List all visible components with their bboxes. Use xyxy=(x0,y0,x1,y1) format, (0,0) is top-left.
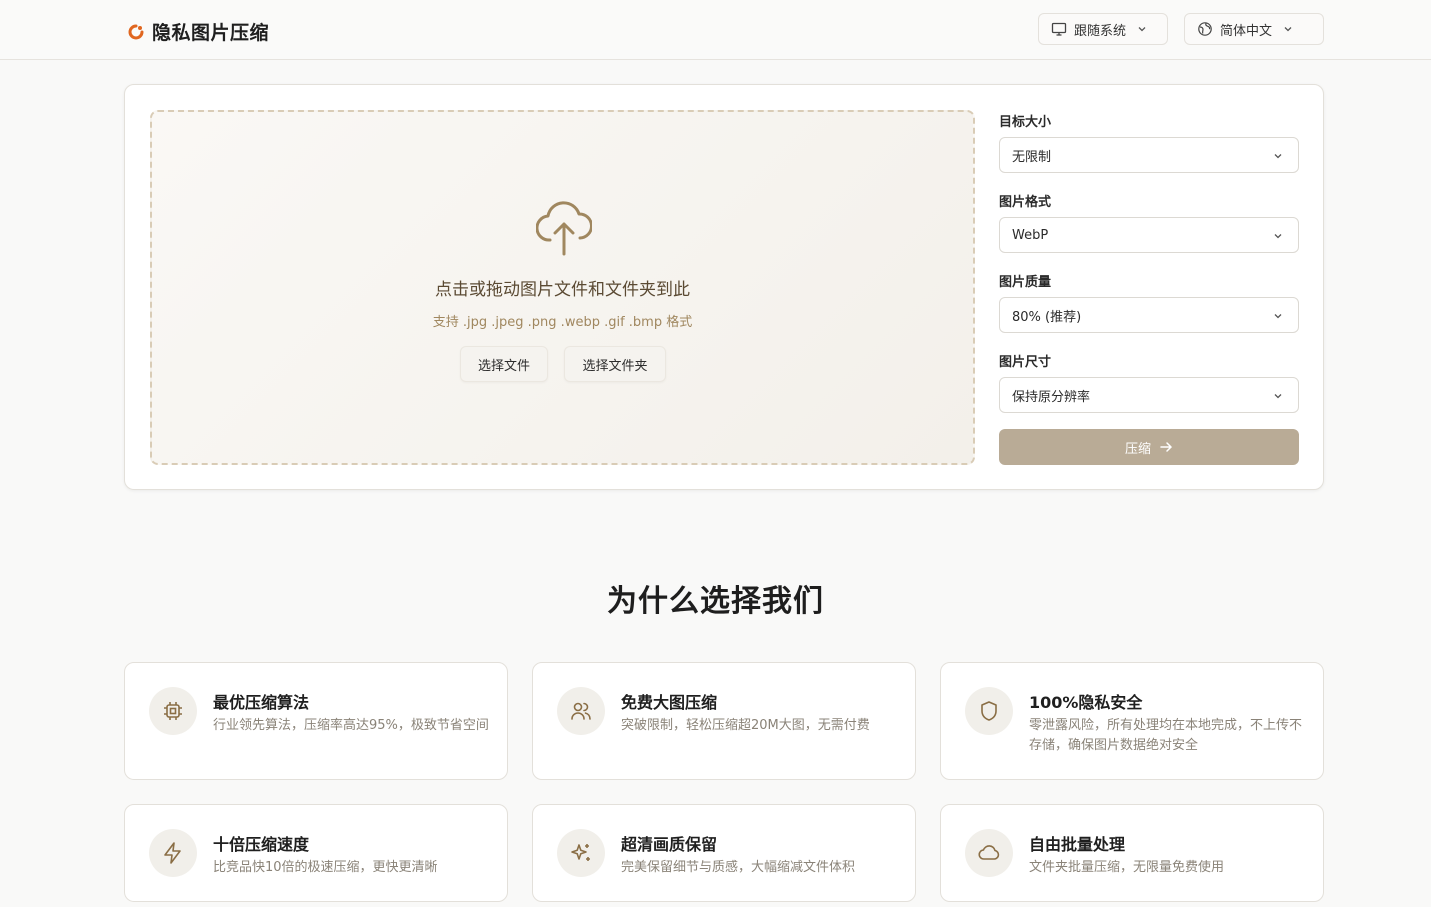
quality-select[interactable]: 80% (推荐) xyxy=(999,297,1299,333)
feature-title: 100%隐私安全 xyxy=(1029,693,1143,712)
app-logo[interactable]: 隐私图片压缩 xyxy=(126,18,269,45)
cloud-upload-icon xyxy=(535,196,593,256)
format-select[interactable]: WebP xyxy=(999,217,1299,253)
compress-panel: 点击或拖动图片文件和文件夹到此 支持 .jpg .jpeg .png .webp… xyxy=(124,84,1324,490)
format-value: WebP xyxy=(1012,227,1049,243)
quality-label: 图片质量 xyxy=(999,275,1052,290)
compress-button[interactable]: 压缩 xyxy=(999,429,1299,465)
target-size-label: 目标大小 xyxy=(999,115,1052,130)
feature-title: 十倍压缩速度 xyxy=(213,835,310,854)
chevron-down-icon xyxy=(1272,150,1284,162)
chevron-down-icon xyxy=(1136,23,1148,35)
arrow-right-icon xyxy=(1159,440,1173,454)
dropzone-formats: 支持 .jpg .jpeg .png .webp .gif .bmp 格式 xyxy=(432,315,693,330)
quality-value: 80% (推荐) xyxy=(1012,309,1082,325)
language-select[interactable]: 简体中文 xyxy=(1184,13,1324,45)
select-folder-button[interactable]: 选择文件夹 xyxy=(564,346,666,382)
feature-card: 超清画质保留 完美保留细节与质感，大幅缩减文件体积 xyxy=(532,804,916,902)
feature-card: 免费大图压缩 突破限制，轻松压缩超20M大图，无需付费 xyxy=(532,662,916,780)
cpu-icon xyxy=(149,687,197,735)
logo-icon xyxy=(126,22,146,42)
compress-button-label: 压缩 xyxy=(1124,441,1151,457)
top-header: 隐私图片压缩 跟随系统 简体中文 xyxy=(0,0,1431,60)
dimension-select[interactable]: 保持原分辨率 xyxy=(999,377,1299,413)
chevron-down-icon xyxy=(1272,390,1284,402)
app-title: 隐私图片压缩 xyxy=(152,22,270,44)
chevron-down-icon xyxy=(1282,23,1294,35)
format-label: 图片格式 xyxy=(999,195,1052,210)
feature-title: 免费大图压缩 xyxy=(621,693,718,712)
feature-title: 超清画质保留 xyxy=(621,835,718,854)
feature-description: 行业领先算法，压缩率高达95%，极致节省空间 xyxy=(213,718,489,733)
feature-description: 文件夹批量压缩，无限量免费使用 xyxy=(1029,860,1225,875)
globe-icon xyxy=(1197,21,1213,37)
feature-description: 零泄露风险，所有处理均在本地完成，不上传不存储，确保图片数据绝对安全 xyxy=(1029,718,1303,753)
dimension-label: 图片尺寸 xyxy=(999,355,1052,370)
feature-description: 完美保留细节与质感，大幅缩减文件体积 xyxy=(621,860,856,875)
language-select-value: 简体中文 xyxy=(1220,23,1273,39)
feature-description: 突破限制，轻松压缩超20M大图，无需付费 xyxy=(621,718,870,733)
feature-description: 比竞品快10倍的极速压缩，更快更清晰 xyxy=(213,860,438,875)
shield-icon xyxy=(965,687,1013,735)
theme-select[interactable]: 跟随系统 xyxy=(1038,13,1168,45)
feature-card: 自由批量处理 文件夹批量压缩，无限量免费使用 xyxy=(940,804,1324,902)
feature-title: 最优压缩算法 xyxy=(213,693,310,712)
feature-card: 十倍压缩速度 比竞品快10倍的极速压缩，更快更清晰 xyxy=(124,804,508,902)
cloud-icon xyxy=(965,829,1013,877)
chevron-down-icon xyxy=(1272,230,1284,242)
dimension-value: 保持原分辨率 xyxy=(1012,389,1091,405)
monitor-icon xyxy=(1051,21,1067,37)
chevron-down-icon xyxy=(1272,310,1284,322)
feature-card: 最优压缩算法 行业领先算法，压缩率高达95%，极致节省空间 xyxy=(124,662,508,780)
zap-icon xyxy=(149,829,197,877)
feature-card: 100%隐私安全 零泄露风险，所有处理均在本地完成，不上传不存储，确保图片数据绝… xyxy=(940,662,1324,780)
sparkles-icon xyxy=(557,829,605,877)
feature-title: 自由批量处理 xyxy=(1029,835,1126,854)
target-size-value: 无限制 xyxy=(1012,149,1052,165)
select-file-button[interactable]: 选择文件 xyxy=(460,346,548,382)
dropzone-title: 点击或拖动图片文件和文件夹到此 xyxy=(435,280,690,300)
theme-select-value: 跟随系统 xyxy=(1074,23,1127,39)
target-size-select[interactable]: 无限制 xyxy=(999,137,1299,173)
why-section-title: 为什么选择我们 xyxy=(607,584,824,619)
users-icon xyxy=(557,687,605,735)
upload-dropzone[interactable]: 点击或拖动图片文件和文件夹到此 支持 .jpg .jpeg .png .webp… xyxy=(150,110,975,465)
